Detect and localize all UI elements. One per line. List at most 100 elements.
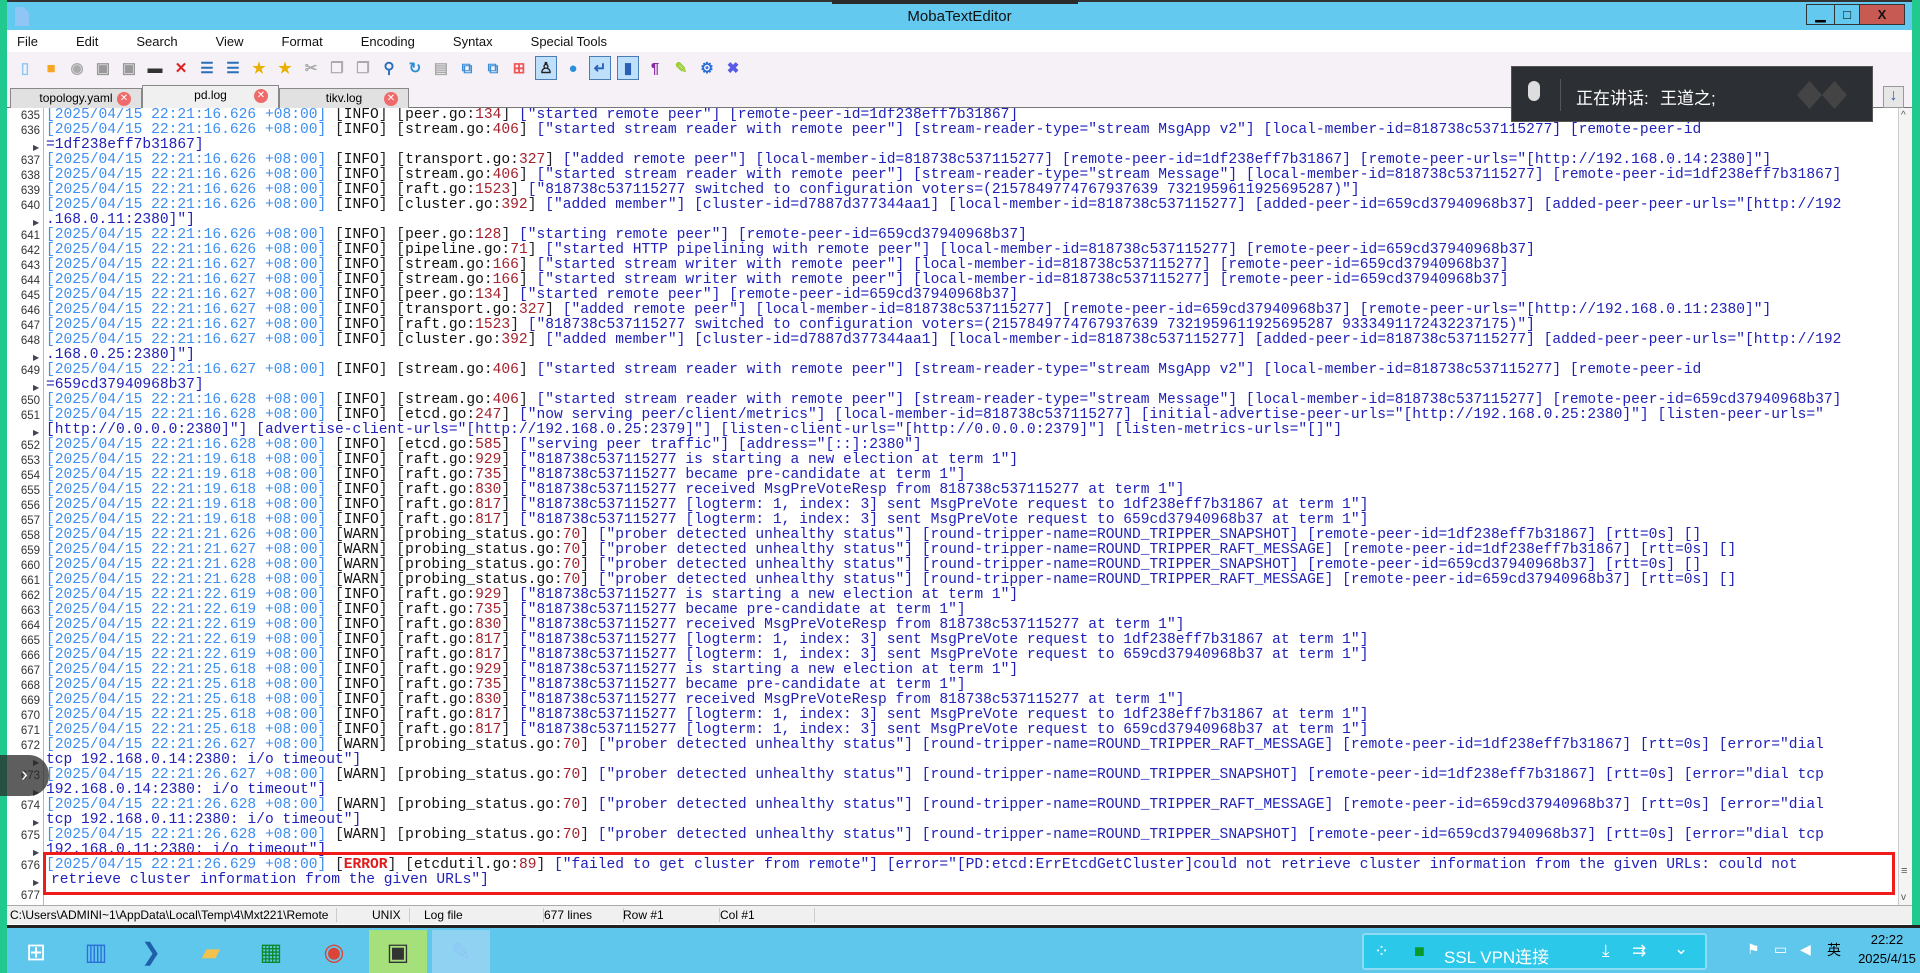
log-line[interactable]: 642 [2025/04/15 22:21:16.626 +08:00] [INF… <box>7 243 1898 258</box>
ime-indicator[interactable]: 英 <box>1827 940 1841 960</box>
windows-format-icon[interactable]: ⧉ <box>457 58 477 78</box>
clock-date[interactable]: 2025/4/15 <box>1852 951 1920 966</box>
network-icon[interactable]: ▭ <box>1774 941 1787 958</box>
menu-format[interactable]: Format <box>282 34 323 49</box>
log-line[interactable]: 660 [2025/04/15 22:21:21.628 +08:00] [WAR… <box>7 558 1898 573</box>
volume-muted-icon[interactable]: ◀ <box>1800 941 1811 958</box>
vertical-scrollbar[interactable]: ^ ≡ v <box>1898 108 1912 905</box>
log-line[interactable]: 664 [2025/04/15 22:21:22.619 +08:00] [INF… <box>7 618 1898 633</box>
scroll-up-icon[interactable]: ^ <box>1901 110 1906 121</box>
vpn-download-icon[interactable]: ⤓ <box>1602 941 1610 961</box>
log-line[interactable]: 643 [2025/04/15 22:21:16.627 +08:00] [INF… <box>7 258 1898 273</box>
log-line[interactable]: 639 [2025/04/15 22:21:16.626 +08:00] [INF… <box>7 183 1898 198</box>
log-line[interactable]: 647 [2025/04/15 22:21:16.627 +08:00] [INF… <box>7 318 1898 333</box>
log-line[interactable]: 671 [2025/04/15 22:21:25.618 +08:00] [INF… <box>7 723 1898 738</box>
log-line[interactable]: 666 [2025/04/15 22:21:22.619 +08:00] [INF… <box>7 648 1898 663</box>
menu-syntax[interactable]: Syntax <box>453 34 493 49</box>
scroll-thumb-icon[interactable]: ≡ <box>1901 865 1907 877</box>
log-line[interactable]: 649 [2025/04/15 22:21:16.627 +08:00] [INF… <box>7 363 1898 378</box>
log-line[interactable]: 656 [2025/04/15 22:21:19.618 +08:00] [INF… <box>7 498 1898 513</box>
log-line[interactable]: 673[2025/04/15 22:21:26.627 +08:00] [WAR… <box>7 768 1898 783</box>
print-icon[interactable]: ▬ <box>145 58 165 78</box>
log-line[interactable]: 658 [2025/04/15 22:21:21.626 +08:00] [WAR… <box>7 528 1898 543</box>
powershell-icon[interactable]: ❯ <box>122 930 180 973</box>
column-icon[interactable]: ▮ <box>617 56 639 80</box>
action-center-flag-icon[interactable]: ⚑ <box>1747 941 1760 958</box>
log-line[interactable]: 654 [2025/04/15 22:21:19.618 +08:00] [INF… <box>7 468 1898 483</box>
log-line[interactable]: 668 [2025/04/15 22:21:25.618 +08:00] [INF… <box>7 678 1898 693</box>
log-line[interactable]: 672 [2025/04/15 22:21:26.627 +08:00] [WAR… <box>7 738 1898 753</box>
cut-icon[interactable]: ✂ <box>301 58 321 78</box>
close-tab-icon[interactable]: ✕ <box>254 89 268 103</box>
close-tab-icon[interactable]: ✕ <box>384 92 398 106</box>
copy-icon[interactable]: ❐ <box>327 58 347 78</box>
open-folder-icon[interactable]: ■ <box>41 58 61 78</box>
log-line[interactable]: 665 [2025/04/15 22:21:22.619 +08:00] [INF… <box>7 633 1898 648</box>
menu-view[interactable]: View <box>216 34 244 49</box>
server-manager-icon[interactable]: ▥ <box>67 930 125 973</box>
menu-edit[interactable]: Edit <box>76 34 98 49</box>
word-wrap-icon[interactable]: ↵ <box>589 56 611 80</box>
highlighter-icon[interactable]: ✎ <box>671 58 691 78</box>
log-line[interactable]: 675 [2025/04/15 22:21:26.628 +08:00] [WAR… <box>7 828 1898 843</box>
menu-encoding[interactable]: Encoding <box>361 34 415 49</box>
file-explorer-icon[interactable]: ▰ <box>182 930 240 973</box>
side-panel-toggle-icon[interactable]: › <box>0 755 49 796</box>
menu-file[interactable]: File <box>17 34 38 49</box>
close-button[interactable]: X <box>1859 4 1905 25</box>
log-line[interactable]: 646 [2025/04/15 22:21:16.627 +08:00] [INF… <box>7 303 1898 318</box>
compare-icon[interactable]: ▤ <box>431 58 451 78</box>
menu-special-tools[interactable]: Special Tools <box>531 34 607 49</box>
log-line[interactable]: 659 [2025/04/15 22:21:21.627 +08:00] [WAR… <box>7 543 1898 558</box>
tab-topology-yaml[interactable]: topology.yaml ✕ <box>10 88 142 108</box>
log-line[interactable]: 674 [2025/04/15 22:21:26.628 +08:00] [WAR… <box>7 798 1898 813</box>
log-line[interactable]: 650 [2025/04/15 22:21:16.628 +08:00] [INF… <box>7 393 1898 408</box>
reload-icon[interactable]: ◉ <box>67 58 87 78</box>
mobaxterm-icon[interactable]: ▣ <box>369 930 427 973</box>
indent-icon[interactable]: ☰ <box>223 58 243 78</box>
log-line[interactable]: 637 [2025/04/15 22:21:16.626 +08:00] [INF… <box>7 153 1898 168</box>
log-line[interactable]: 653 [2025/04/15 22:21:19.618 +08:00] [INF… <box>7 453 1898 468</box>
mac-format-icon[interactable]: ⧉ <box>483 58 503 78</box>
save-icon[interactable]: ▣ <box>93 58 113 78</box>
paste-icon[interactable]: ❐ <box>353 58 373 78</box>
vpn-expand-icon[interactable]: ⌄ <box>1674 939 1688 959</box>
scroll-down-icon[interactable]: v <box>1901 892 1906 903</box>
apple-icon[interactable]: ● <box>563 58 583 78</box>
log-line[interactable]: 669 [2025/04/15 22:21:25.618 +08:00] [INF… <box>7 693 1898 708</box>
log-line[interactable]: 636 [2025/04/15 22:21:16.626 +08:00] [INF… <box>7 123 1898 138</box>
log-line[interactable]: 640 [2025/04/15 22:21:16.626 +08:00] [INF… <box>7 198 1898 213</box>
tab-pd-log[interactable]: pd.log ✕ <box>142 85 279 108</box>
bookmark-icon[interactable]: ★ <box>249 58 269 78</box>
log-line[interactable]: 661 [2025/04/15 22:21:21.628 +08:00] [WAR… <box>7 573 1898 588</box>
vpn-switch-icon[interactable]: ⇉ <box>1632 941 1646 961</box>
close-file-icon[interactable]: ✕ <box>171 58 191 78</box>
start-windows-icon[interactable]: ⊞ <box>7 930 65 973</box>
unindent-icon[interactable]: ☰ <box>197 58 217 78</box>
editor[interactable]: 635 [2025/04/15 22:21:16.626 +08:00] [INF… <box>7 108 1898 905</box>
next-bookmark-icon[interactable]: ★ <box>275 58 295 78</box>
download-arrow-button[interactable]: ↓ <box>1883 86 1904 108</box>
windows-icon[interactable]: ⊞ <box>509 58 529 78</box>
pilcrow-icon[interactable]: ¶ <box>645 58 665 78</box>
menu-search[interactable]: Search <box>136 34 177 49</box>
mobatexteditor-icon[interactable]: ✎ <box>432 930 490 973</box>
exit-icon[interactable]: ✖ <box>723 58 743 78</box>
new-file-icon[interactable]: ▯ <box>15 58 35 78</box>
chrome-icon[interactable]: ◉ <box>305 930 363 973</box>
log-line[interactable]: 652 [2025/04/15 22:21:16.628 +08:00] [INF… <box>7 438 1898 453</box>
log-line[interactable]: 651 [2025/04/15 22:21:16.628 +08:00] [INF… <box>7 408 1898 423</box>
log-line[interactable]: 662 [2025/04/15 22:21:22.619 +08:00] [INF… <box>7 588 1898 603</box>
maximize-button[interactable]: □ <box>1834 4 1860 25</box>
log-line[interactable]: 663 [2025/04/15 22:21:22.619 +08:00] [INF… <box>7 603 1898 618</box>
apps-icon[interactable]: ⁘ <box>1374 941 1389 962</box>
log-line[interactable]: 670 [2025/04/15 22:21:25.618 +08:00] [INF… <box>7 708 1898 723</box>
vpn-widget[interactable]: ⁘ ■ SSL VPN连接 ⤓ ⇉ ⌄ <box>1362 933 1707 970</box>
clock-time[interactable]: 22:22 <box>1862 932 1912 947</box>
log-line[interactable]: 638 [2025/04/15 22:21:16.626 +08:00] [INF… <box>7 168 1898 183</box>
log-line[interactable]: 657 [2025/04/15 22:21:19.618 +08:00] [INF… <box>7 513 1898 528</box>
close-tab-icon[interactable]: ✕ <box>117 92 131 106</box>
linux-icon[interactable]: ♙ <box>535 56 557 80</box>
minimize-button[interactable]: ▁ <box>1806 4 1835 25</box>
tab-tikv-log[interactable]: tikv.log ✕ <box>279 88 409 108</box>
